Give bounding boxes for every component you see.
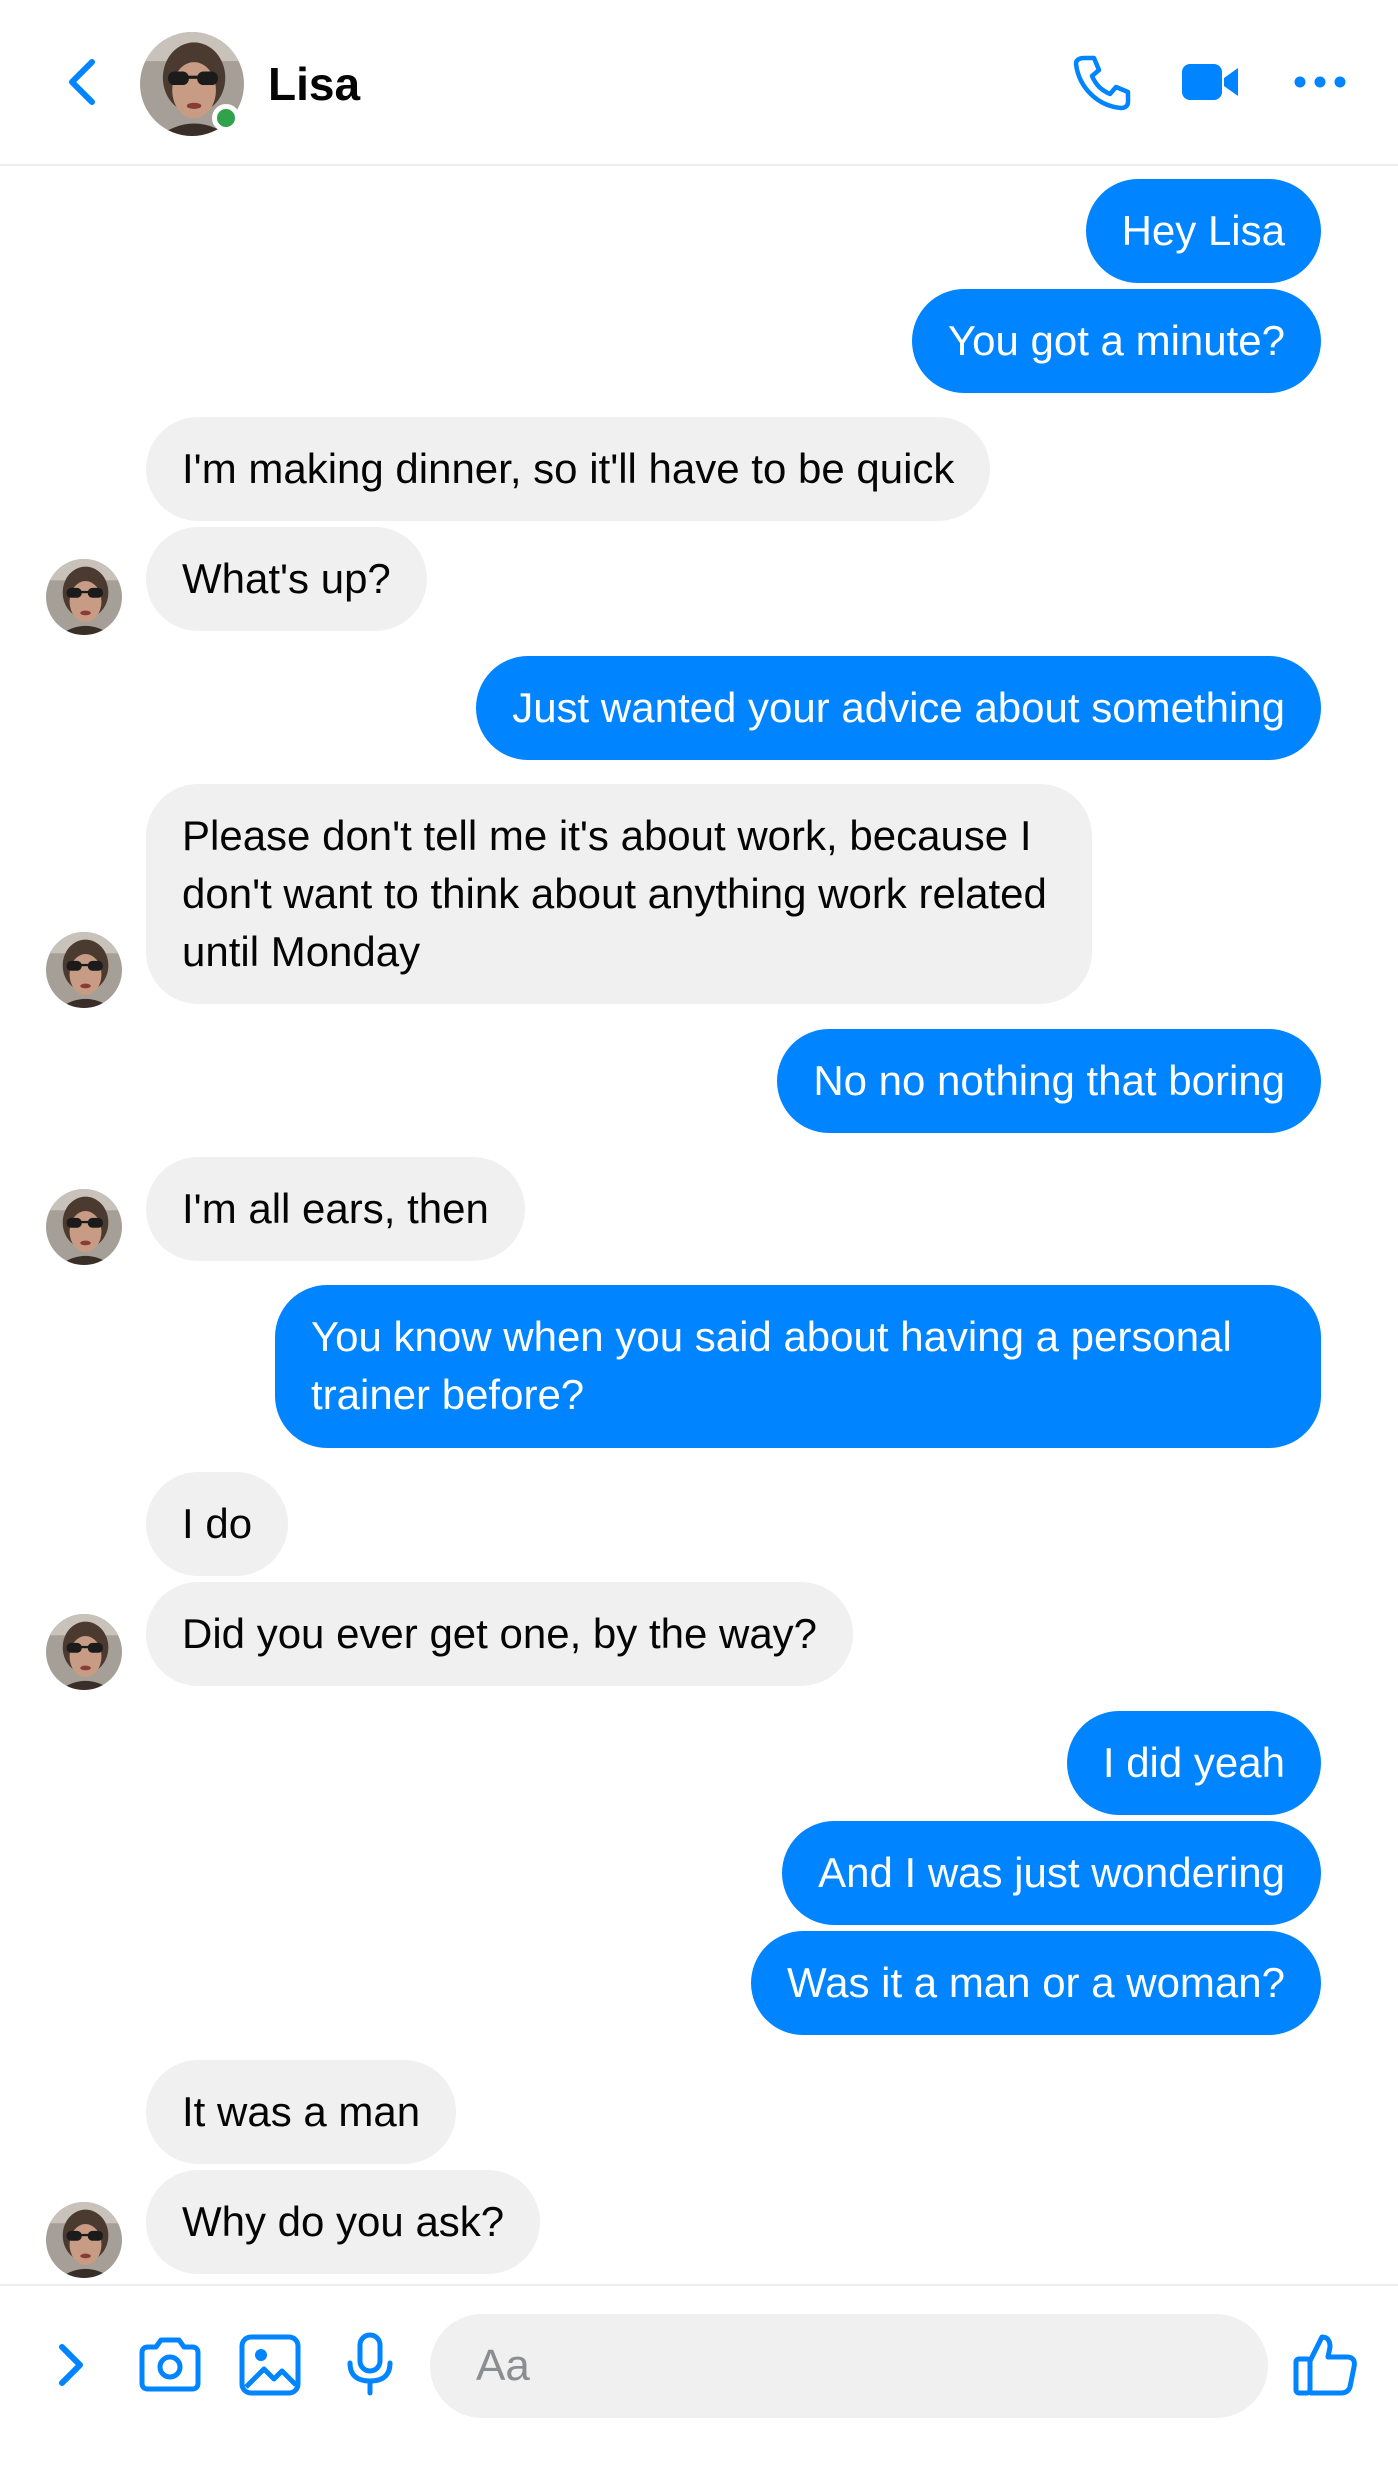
message-bubble[interactable]: No no nothing that boring	[777, 1029, 1321, 1133]
sender-avatar[interactable]	[46, 932, 122, 1008]
chat-header: Lisa	[0, 0, 1398, 166]
message-bubble[interactable]: It was a man	[146, 2060, 457, 2164]
phone-icon[interactable]	[1070, 50, 1134, 114]
message-thread[interactable]: Hey Lisa You got a minute? I'm making di…	[0, 166, 1398, 2284]
video-camera-icon[interactable]	[1178, 50, 1242, 114]
gallery-icon[interactable]	[234, 2329, 306, 2401]
message-bubble[interactable]: Hey Lisa	[1085, 179, 1321, 283]
sender-avatar[interactable]	[46, 1189, 122, 1265]
thumbs-up-icon[interactable]	[1290, 2329, 1362, 2401]
online-status-dot	[212, 104, 240, 132]
message-bubble[interactable]: You got a minute?	[911, 289, 1321, 393]
message-bubble[interactable]: You know when you said about having a pe…	[275, 1285, 1321, 1448]
expand-chevron-icon[interactable]	[34, 2329, 106, 2401]
message-bubble[interactable]: I'm all ears, then	[146, 1157, 525, 1261]
sender-avatar[interactable]	[46, 559, 122, 635]
message-bubble[interactable]: Just wanted your advice about something	[476, 656, 1321, 760]
message-bubble[interactable]: And I was just wondering	[782, 1821, 1321, 1925]
sender-avatar[interactable]	[46, 2202, 122, 2278]
message-bubble[interactable]: I'm making dinner, so it'll have to be q…	[146, 417, 991, 521]
camera-icon[interactable]	[134, 2329, 206, 2401]
message-bubble[interactable]: Did you ever get one, by the way?	[146, 1582, 854, 1686]
sender-avatar[interactable]	[46, 1614, 122, 1690]
message-bubble[interactable]: Please don't tell me it's about work, be…	[146, 784, 1092, 1004]
message-bubble[interactable]: I do	[146, 1472, 289, 1576]
more-dots-icon[interactable]	[1288, 50, 1352, 114]
message-bubble[interactable]: What's up?	[146, 527, 427, 631]
contact-name[interactable]: Lisa	[268, 56, 360, 112]
message-bubble[interactable]: I did yeah	[1066, 1711, 1321, 1815]
message-input[interactable]	[430, 2314, 1268, 2418]
messenger-chat: Lisa Hey Lisa You got a minute? I'm maki…	[0, 0, 1398, 2486]
microphone-icon[interactable]	[334, 2329, 406, 2401]
message-bubble[interactable]: Was it a man or a woman?	[751, 1931, 1321, 2035]
message-composer	[0, 2284, 1398, 2486]
message-bubble[interactable]: Why do you ask?	[146, 2170, 541, 2274]
back-chevron-icon[interactable]	[54, 52, 114, 112]
